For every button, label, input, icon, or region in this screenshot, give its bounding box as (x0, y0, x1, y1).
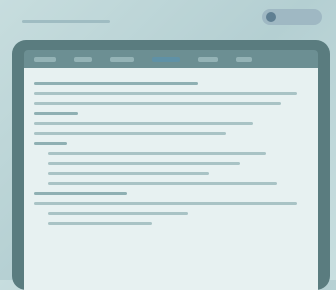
tab-2[interactable] (74, 56, 92, 62)
text-line (34, 132, 226, 135)
list-item (48, 152, 267, 155)
text-line (34, 102, 281, 105)
section-line (34, 112, 78, 115)
device-frame (12, 40, 330, 290)
device-tab-bar (24, 50, 318, 68)
content-section (34, 142, 308, 185)
content-section (34, 112, 308, 135)
tab-4-active[interactable] (152, 56, 180, 62)
account-badge[interactable] (262, 9, 322, 25)
list-item (48, 162, 241, 165)
text-line (34, 122, 254, 125)
section-line (34, 142, 67, 145)
top-bar (0, 0, 336, 34)
brand-logo-bar (22, 20, 110, 23)
content-section (34, 192, 308, 225)
tab-3[interactable] (110, 56, 134, 62)
list-item (48, 212, 189, 215)
list-item (48, 222, 152, 225)
list-item (48, 182, 277, 185)
tab-6[interactable] (236, 56, 252, 62)
section-line (34, 192, 128, 195)
tab-5[interactable] (198, 56, 218, 62)
device-screen (24, 68, 318, 290)
text-line (34, 202, 298, 205)
list-item (48, 172, 210, 175)
title-line (34, 82, 199, 85)
tab-1[interactable] (34, 56, 56, 62)
user-avatar-icon (266, 12, 276, 22)
text-line (34, 92, 298, 95)
